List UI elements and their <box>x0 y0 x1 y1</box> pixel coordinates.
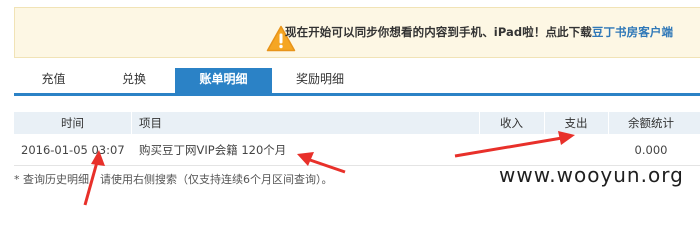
account-tabs: 充值 兑换 账单明细 奖励明细 <box>14 68 700 96</box>
row-balance: 0.000 <box>634 143 668 157</box>
column-divider <box>131 112 132 134</box>
header-income: 收入 <box>500 116 523 130</box>
billing-page: 现在开始可以同步你想看的内容到手机、iPad啦！点此下载豆丁书房客户端 充值 兑… <box>0 0 700 207</box>
history-query-hint: * 查询历史明细，请使用右侧搜索（仅支持连续6个月区间查询）。 <box>14 173 333 186</box>
wooyun-watermark: www.wooyun.org <box>499 163 684 187</box>
table-row: 2016-01-05 03:07 购买豆丁网VIP会籍 120个月 0.000 <box>14 134 700 166</box>
row-expense <box>544 134 608 165</box>
tab-recharge[interactable]: 充值 <box>14 68 93 93</box>
tab-exchange[interactable]: 兑换 <box>93 68 175 93</box>
bill-table-header: 时间 项目 收入 支出 余额统计 <box>14 112 700 134</box>
notice-text: 现在开始可以同步你想看的内容到手机、iPad啦！点此下载豆丁书房客户端 <box>285 24 673 40</box>
notice-message: 现在开始可以同步你想看的内容到手机、iPad啦！点此下载 <box>285 25 592 39</box>
header-item: 项目 <box>139 116 162 130</box>
download-client-link[interactable]: 豆丁书房客户端 <box>592 25 673 39</box>
tab-bill-details[interactable]: 账单明细 <box>175 68 272 93</box>
header-time: 时间 <box>61 116 84 130</box>
header-expense: 支出 <box>564 116 588 130</box>
tab-reward-details[interactable]: 奖励明细 <box>272 68 368 93</box>
row-item: 购买豆丁网VIP会籍 120个月 <box>139 143 287 157</box>
header-balance: 余额统计 <box>628 116 674 130</box>
row-time: 2016-01-05 03:07 <box>21 143 125 157</box>
row-income <box>479 134 544 165</box>
